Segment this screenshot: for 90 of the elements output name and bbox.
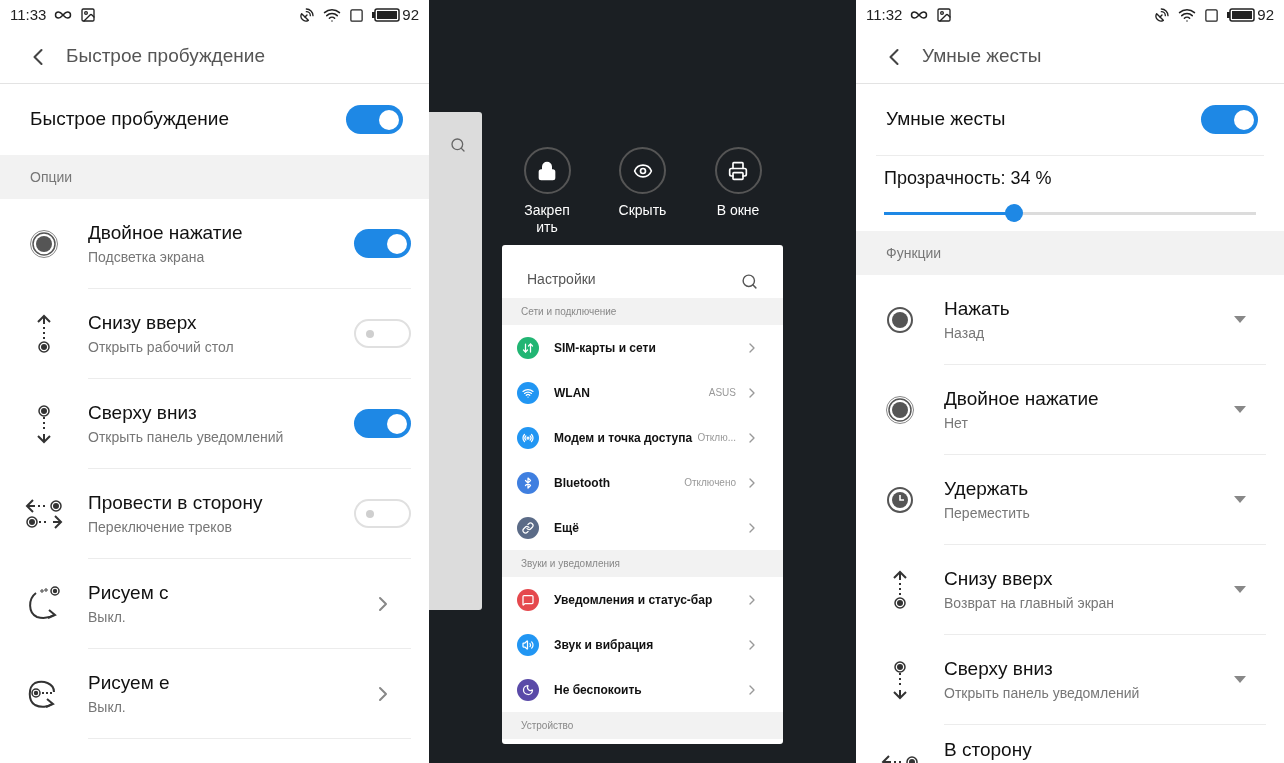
toggle-switch[interactable] bbox=[354, 499, 411, 528]
lock-icon bbox=[537, 160, 557, 181]
clock-time: 11:32 bbox=[866, 4, 903, 25]
row-label: Bluetooth bbox=[554, 474, 610, 492]
gesture-action: Открыть панель уведомлений bbox=[944, 686, 1140, 700]
settings-row[interactable]: Не беспокоить bbox=[502, 667, 783, 712]
group-header: Сети и подключение bbox=[502, 298, 783, 325]
lock-button[interactable]: Закрепить bbox=[516, 147, 578, 236]
section-header: Функции bbox=[856, 231, 1284, 275]
gesture-title: Снизу вверх bbox=[944, 569, 1054, 588]
gesture-action: Нет bbox=[944, 416, 969, 430]
row-label: Модем и точка доступа bbox=[554, 429, 693, 447]
gesture-action: Назад bbox=[944, 326, 986, 340]
dropdown-triangle-icon[interactable] bbox=[1234, 405, 1246, 414]
gesture-action: Выкл. bbox=[88, 610, 127, 624]
settings-row[interactable]: Модем и точка доступа Отклю... bbox=[502, 415, 783, 460]
satellite-dish-icon bbox=[299, 7, 316, 23]
settings-row[interactable]: Уведомления и статус-бар bbox=[502, 577, 783, 622]
battery-icon bbox=[372, 8, 401, 22]
toggle-switch[interactable] bbox=[354, 229, 411, 258]
eye-button[interactable]: Скрыть bbox=[611, 147, 674, 236]
gesture-action: Подсветка экрана bbox=[88, 250, 206, 264]
group-header: Звуки и уведомления bbox=[502, 550, 783, 577]
gesture-action: Открыть панель уведомлений bbox=[88, 430, 284, 444]
gesture-title: Рисуем e bbox=[88, 673, 170, 692]
window-button[interactable]: В окне bbox=[707, 147, 769, 236]
square-icon bbox=[1204, 7, 1220, 23]
gesture-action: Выкл. bbox=[88, 700, 127, 714]
toggle-switch[interactable] bbox=[354, 319, 411, 348]
battery-percent: 92 bbox=[402, 4, 419, 25]
battery-percent: 92 bbox=[1257, 4, 1274, 25]
settings-row[interactable]: Ещё bbox=[502, 505, 783, 550]
tap-icon bbox=[885, 305, 915, 335]
wifi-icon bbox=[1178, 6, 1197, 24]
gesture-title: Двойное нажатие bbox=[944, 389, 1099, 408]
gesture-action: Возврат на главный экран bbox=[944, 596, 1115, 610]
row-label: Не беспокоить bbox=[554, 681, 642, 699]
settings-row[interactable]: Звук и вибрация bbox=[502, 622, 783, 667]
setting-label: Быстрое пробуждение bbox=[30, 107, 229, 132]
toggle-switch[interactable] bbox=[1201, 105, 1258, 134]
app-title: Настройки bbox=[527, 270, 596, 289]
search-icon bbox=[450, 137, 466, 153]
wifi-icon bbox=[323, 6, 342, 24]
setting-label: Умные жесты bbox=[886, 107, 1006, 132]
gesture-title: Сверху вниз bbox=[944, 659, 1054, 678]
row-label: Ещё bbox=[554, 519, 579, 537]
satellite-dish-icon bbox=[1154, 7, 1171, 23]
square-icon bbox=[349, 7, 365, 23]
row-value: ASUS bbox=[708, 386, 736, 400]
clock-time: 11:33 bbox=[10, 4, 47, 25]
settings-row[interactable]: WLAN ASUS bbox=[502, 370, 783, 415]
row-label: WLAN bbox=[554, 384, 590, 402]
settings-row[interactable]: SIM-карты и сети bbox=[502, 325, 783, 370]
dropdown-triangle-icon[interactable] bbox=[1234, 675, 1246, 684]
gesture-title: Рисуем c bbox=[88, 583, 169, 602]
gesture-title: Снизу вверх bbox=[88, 313, 198, 332]
image-icon bbox=[80, 7, 97, 23]
hold-clock-icon bbox=[885, 485, 915, 515]
page-title: Быстрое пробуждение bbox=[66, 44, 265, 69]
double-tap-icon bbox=[885, 395, 915, 425]
gesture-action: Переключение треков bbox=[88, 520, 233, 534]
gesture-action: Переместить bbox=[944, 506, 1030, 520]
page-title: Умные жесты bbox=[922, 44, 1042, 69]
image-icon bbox=[936, 7, 953, 23]
row-label: SIM-карты и сети bbox=[554, 339, 656, 357]
section-header: Опции bbox=[0, 155, 429, 199]
battery-icon bbox=[1227, 8, 1256, 22]
settings-row[interactable]: Bluetooth Отключено bbox=[502, 460, 783, 505]
gesture-title: Нажать bbox=[944, 299, 1010, 318]
gesture-title: Провести в сторону bbox=[88, 493, 263, 512]
group-header: Устройство bbox=[502, 712, 783, 739]
double-tap-icon bbox=[29, 229, 59, 259]
slider-thumb[interactable] bbox=[1005, 204, 1024, 222]
dropdown-triangle-icon[interactable] bbox=[1234, 585, 1246, 594]
gesture-title: Удержать bbox=[944, 479, 1030, 498]
toggle-switch[interactable] bbox=[354, 409, 411, 438]
row-label: Уведомления и статус-бар bbox=[554, 591, 713, 609]
gesture-title: В сторону bbox=[944, 740, 1032, 759]
dropdown-triangle-icon[interactable] bbox=[1234, 495, 1246, 504]
toggle-switch[interactable] bbox=[346, 105, 403, 134]
dropdown-triangle-icon[interactable] bbox=[1234, 315, 1246, 324]
row-value: Отключено bbox=[684, 476, 736, 490]
gesture-title: Двойное нажатие bbox=[88, 223, 243, 242]
gesture-title: Сверху вниз bbox=[88, 403, 198, 422]
gesture-action: Открыть рабочий стол bbox=[88, 340, 234, 354]
row-value: Отклю... bbox=[697, 431, 736, 445]
slider-label: Прозрачность: 34 % bbox=[884, 167, 1053, 190]
row-label: Звук и вибрация bbox=[554, 636, 654, 654]
printer-icon bbox=[728, 160, 748, 181]
search-icon[interactable] bbox=[741, 273, 758, 290]
